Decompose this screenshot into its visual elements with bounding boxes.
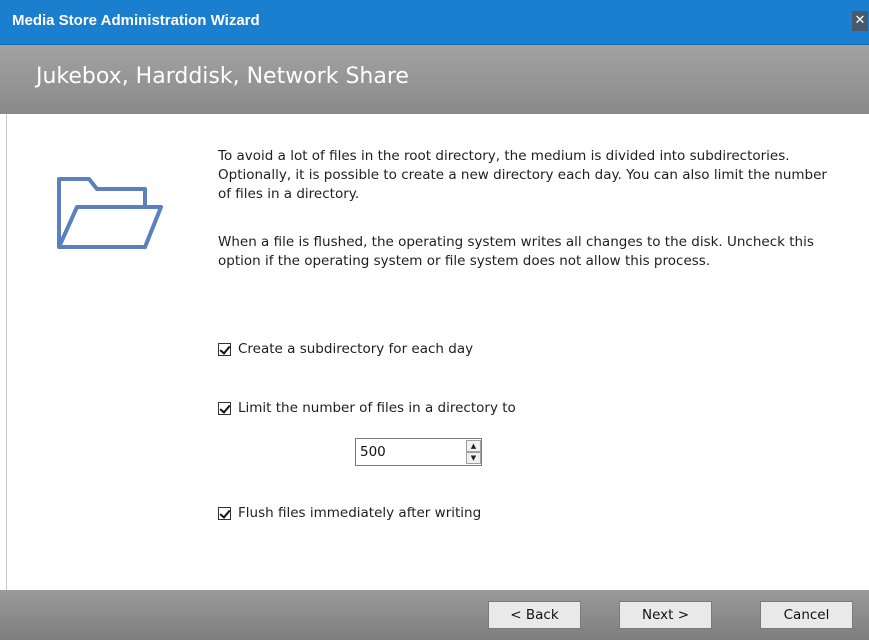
limit-files-option[interactable]: Limit the number of files in a directory… <box>218 398 516 418</box>
limit-files-checkbox[interactable] <box>218 401 231 415</box>
title-bar: Media Store Administration Wizard ✕ <box>0 0 869 45</box>
page-title: Jukebox, Harddisk, Network Share <box>36 64 409 89</box>
wizard-header: Jukebox, Harddisk, Network Share <box>0 45 869 114</box>
flush-files-option[interactable]: Flush files immediately after writing <box>218 503 481 523</box>
content-border <box>6 114 7 590</box>
flush-files-checkbox[interactable] <box>218 506 231 520</box>
description-paragraph-2: When a file is flushed, the operating sy… <box>218 234 814 269</box>
subdirectory-per-day-label: Create a subdirectory for each day <box>238 341 474 357</box>
subdirectory-per-day-checkbox[interactable] <box>218 342 231 356</box>
folder-icon <box>57 177 163 249</box>
next-button[interactable]: Next > <box>619 601 712 629</box>
cancel-button[interactable]: Cancel <box>760 601 853 629</box>
back-button[interactable]: < Back <box>488 601 581 629</box>
window-title: Media Store Administration Wizard <box>12 12 260 29</box>
flush-files-label: Flush files immediately after writing <box>238 505 482 521</box>
spin-up-icon[interactable]: ▲ <box>466 440 481 452</box>
file-limit-stepper[interactable]: ▲ ▼ <box>355 438 482 466</box>
wizard-footer: < Back Next > Cancel <box>0 590 869 640</box>
description-paragraph-1: To avoid a lot of files in the root dire… <box>218 148 827 202</box>
close-icon[interactable]: ✕ <box>852 11 868 31</box>
file-limit-input[interactable] <box>356 439 460 465</box>
spin-down-icon[interactable]: ▼ <box>466 452 481 464</box>
limit-files-label: Limit the number of files in a directory… <box>238 400 516 416</box>
subdirectory-per-day-option[interactable]: Create a subdirectory for each day <box>218 339 473 359</box>
